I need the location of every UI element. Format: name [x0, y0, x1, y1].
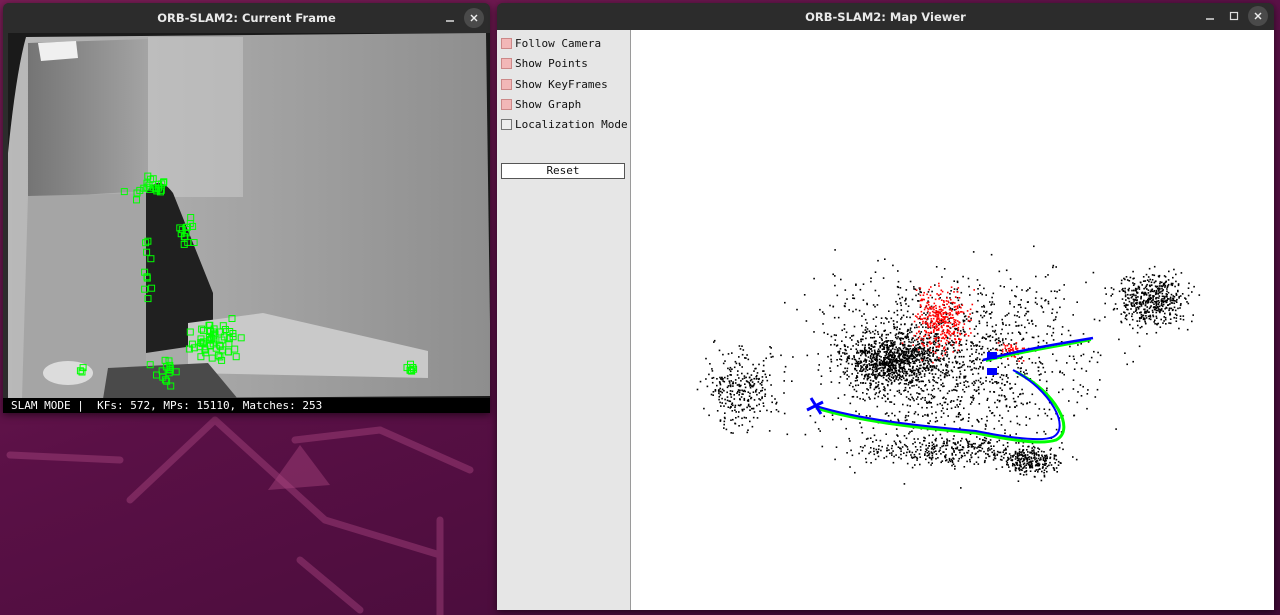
camera-frame-image	[8, 33, 490, 399]
status-bar: SLAM MODE | KFs: 572, MPs: 15110, Matche…	[3, 398, 490, 413]
follow-camera-label: Follow Camera	[515, 36, 602, 50]
minimize-icon[interactable]	[440, 8, 460, 28]
current-frame-window: ORB-SLAM2: Current Frame SLAM MODE | KFs…	[3, 3, 490, 413]
watermark-text: CSDN @AAAAAJoker	[1133, 594, 1266, 609]
show-points-option[interactable]: Show Points	[501, 55, 588, 71]
show-graph-label: Show Graph	[515, 97, 582, 111]
reset-button[interactable]: Reset	[501, 163, 625, 179]
localization-mode-option[interactable]: Localization Mode	[501, 116, 628, 132]
show-graph-checkbox[interactable]	[501, 98, 512, 110]
follow-camera-option[interactable]: Follow Camera	[501, 35, 601, 51]
show-keyframes-option[interactable]: Show KeyFrames	[501, 76, 608, 92]
localization-mode-checkbox[interactable]	[501, 118, 512, 130]
show-points-checkbox[interactable]	[501, 57, 512, 69]
map-3d-view[interactable]	[631, 30, 1274, 610]
minimize-icon[interactable]	[1200, 6, 1220, 26]
options-panel: Follow Camera Show Points Show KeyFrames…	[497, 30, 631, 610]
stats-label: KFs: 572, MPs: 15110, Matches: 253	[97, 399, 323, 412]
current-frame-titlebar[interactable]: ORB-SLAM2: Current Frame	[3, 3, 490, 33]
mode-label: SLAM MODE |	[11, 399, 84, 412]
show-points-label: Show Points	[515, 56, 588, 70]
show-keyframes-checkbox[interactable]	[501, 78, 512, 90]
localization-mode-label: Localization Mode	[515, 117, 628, 131]
map-viewer-titlebar[interactable]: ORB-SLAM2: Map Viewer	[497, 3, 1274, 30]
map-viewer-window: ORB-SLAM2: Map Viewer Follow Camera Show…	[497, 3, 1274, 610]
show-graph-option[interactable]: Show Graph	[501, 96, 581, 112]
show-keyframes-label: Show KeyFrames	[515, 77, 608, 91]
maximize-icon[interactable]	[1224, 6, 1244, 26]
follow-camera-checkbox[interactable]	[501, 37, 512, 49]
close-icon[interactable]	[1248, 6, 1268, 26]
close-icon[interactable]	[464, 8, 484, 28]
map-viewer-title: ORB-SLAM2: Map Viewer	[805, 9, 966, 24]
current-frame-title: ORB-SLAM2: Current Frame	[157, 11, 336, 25]
